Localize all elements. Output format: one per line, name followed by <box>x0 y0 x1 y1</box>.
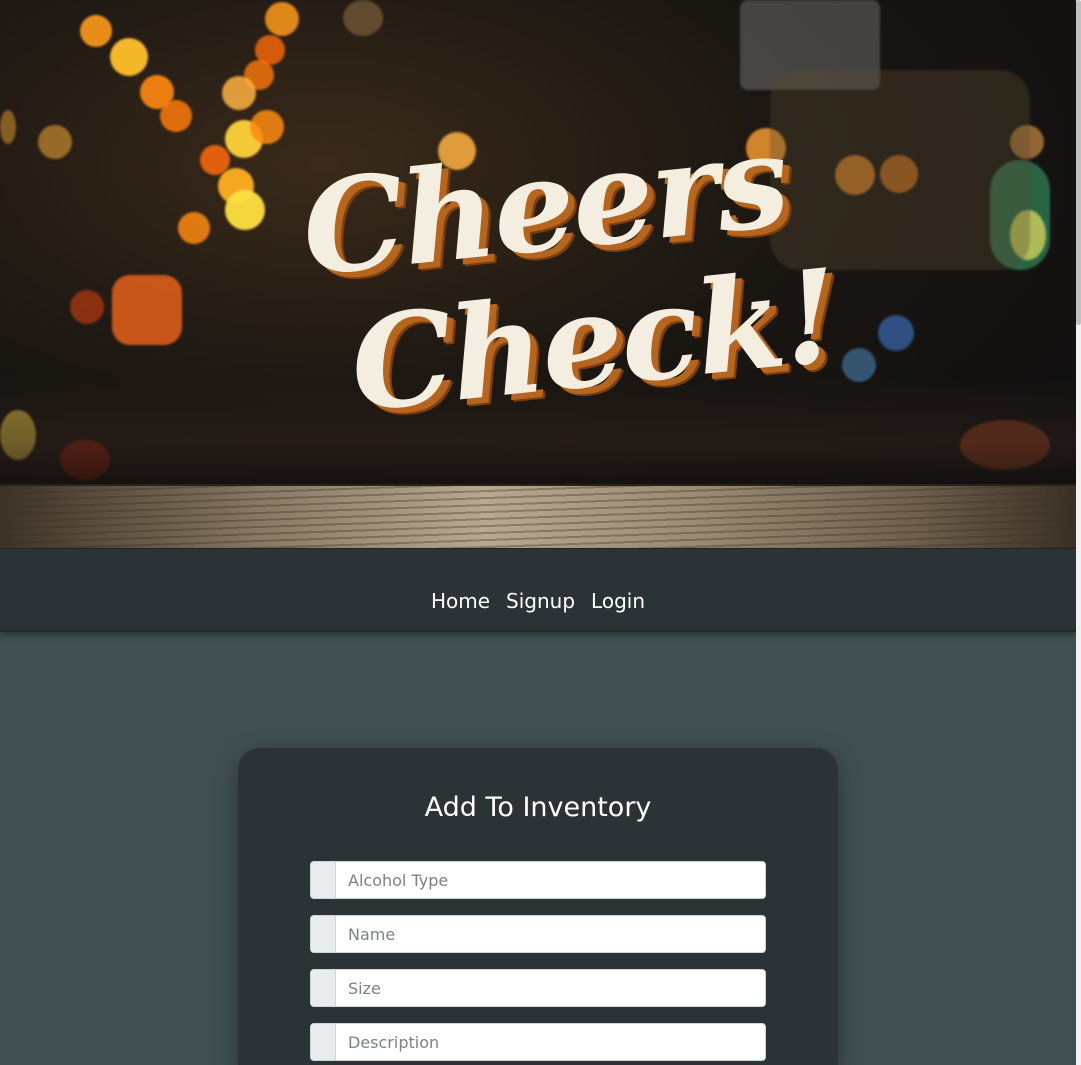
alcohol-type-field-group <box>310 861 766 899</box>
hero-banner: Cheers Check! <box>0 0 1076 548</box>
wood-table-surface <box>0 484 1076 548</box>
nav-link-home[interactable]: Home <box>431 589 490 613</box>
description-field-group <box>310 1023 766 1061</box>
name-field-group <box>310 915 766 953</box>
scrollbar-thumb[interactable] <box>1076 0 1081 325</box>
input-addon <box>311 862 336 898</box>
add-inventory-card: Add To Inventory <box>238 748 838 1065</box>
input-addon <box>311 916 336 952</box>
card-title: Add To Inventory <box>424 792 652 823</box>
alcohol-type-input[interactable] <box>336 862 765 898</box>
nav-link-login[interactable]: Login <box>591 589 645 613</box>
size-input[interactable] <box>336 970 765 1006</box>
page: Cheers Check! Home Signup Login Add To I… <box>0 0 1081 1065</box>
description-input[interactable] <box>336 1024 765 1060</box>
input-addon <box>311 1024 336 1060</box>
page-scrollbar[interactable] <box>1076 0 1081 1065</box>
size-field-group <box>310 969 766 1007</box>
nav-link-signup[interactable]: Signup <box>506 589 575 613</box>
input-addon <box>311 970 336 1006</box>
name-input[interactable] <box>336 916 765 952</box>
main-nav: Home Signup Login <box>0 548 1076 632</box>
site-logo: Cheers Check! <box>239 105 871 506</box>
